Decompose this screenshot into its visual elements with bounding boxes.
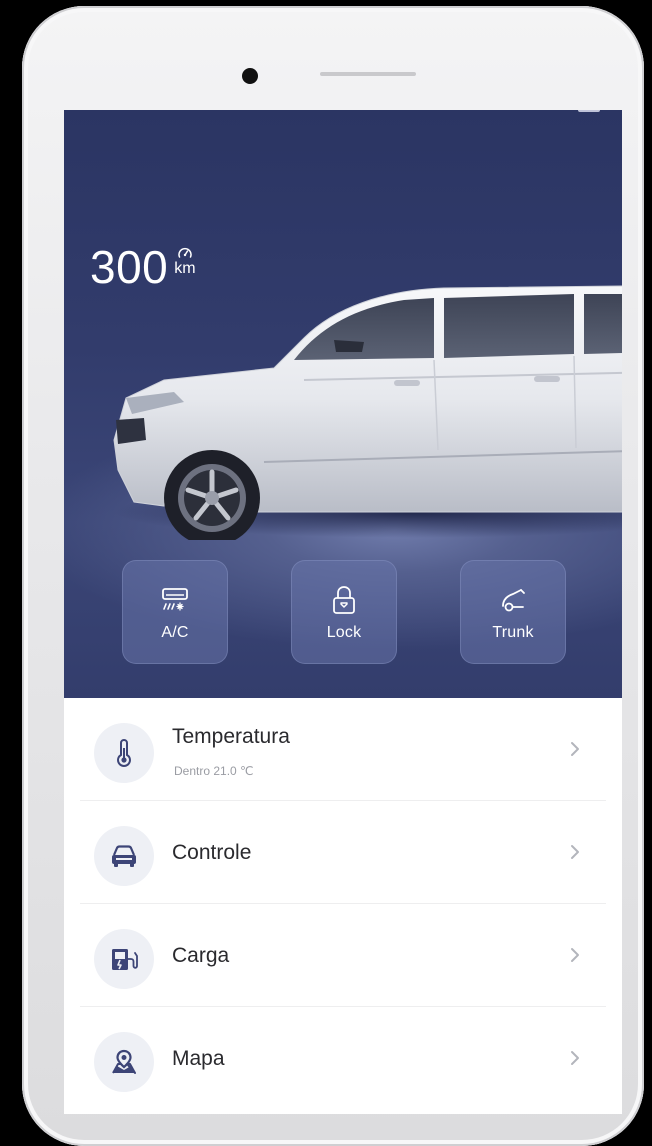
status-bar (80, 110, 600, 118)
range-unit: km (174, 260, 196, 277)
map-pin-icon (112, 1049, 136, 1074)
earpiece-speaker (320, 72, 416, 76)
vehicle-menu: Temperatura Dentro 21.0 ℃ Controle Carga… (64, 698, 622, 1109)
quick-controls: A/C Lock Trunk (122, 560, 566, 666)
chevron-right-icon (571, 948, 579, 962)
charging-icon (112, 949, 138, 970)
chevron-right-icon (571, 1051, 579, 1065)
speedometer-icon (178, 247, 192, 258)
menu-item-temperatura[interactable]: Temperatura Dentro 21.0 ℃ (80, 698, 606, 801)
menu-item-title: Controle (172, 841, 252, 864)
charging-icon-circle (94, 929, 154, 989)
car-icon (112, 845, 136, 867)
car-icon-circle (94, 826, 154, 886)
chevron-right-icon (571, 742, 579, 756)
menu-item-mapa[interactable]: Mapa (80, 1007, 606, 1109)
map-pin-icon-circle (94, 1032, 154, 1092)
menu-item-carga[interactable]: Carga (80, 904, 606, 1007)
trunk-label: Trunk (492, 624, 534, 641)
menu-item-title: Mapa (172, 1047, 225, 1070)
chevron-right-icon (571, 845, 579, 859)
ac-button[interactable]: A/C (122, 560, 228, 664)
thermometer-icon (116, 738, 132, 768)
range-unit-group: km (174, 246, 196, 277)
battery-icon (578, 110, 600, 112)
vehicle-image (113, 285, 622, 540)
thermometer-icon-circle (94, 723, 154, 783)
trunk-icon (502, 589, 525, 612)
lock-label: Lock (326, 624, 362, 641)
menu-item-subtitle: Dentro 21.0 ℃ (174, 764, 254, 778)
trunk-button[interactable]: Trunk (460, 560, 566, 664)
vehicle-hero: 300 km A/C Lock Trunk (64, 110, 622, 698)
front-camera (242, 68, 258, 84)
menu-item-controle[interactable]: Controle (80, 801, 606, 904)
lock-button[interactable]: Lock (291, 560, 397, 664)
menu-item-title: Carga (172, 944, 230, 967)
app-screen: 300 km A/C Lock Trunk Temperatura Dentro… (64, 110, 622, 1114)
menu-item-title: Temperatura (172, 725, 290, 748)
ac-icon (162, 588, 188, 611)
ac-label: A/C (161, 624, 189, 641)
lock-icon (333, 586, 355, 614)
